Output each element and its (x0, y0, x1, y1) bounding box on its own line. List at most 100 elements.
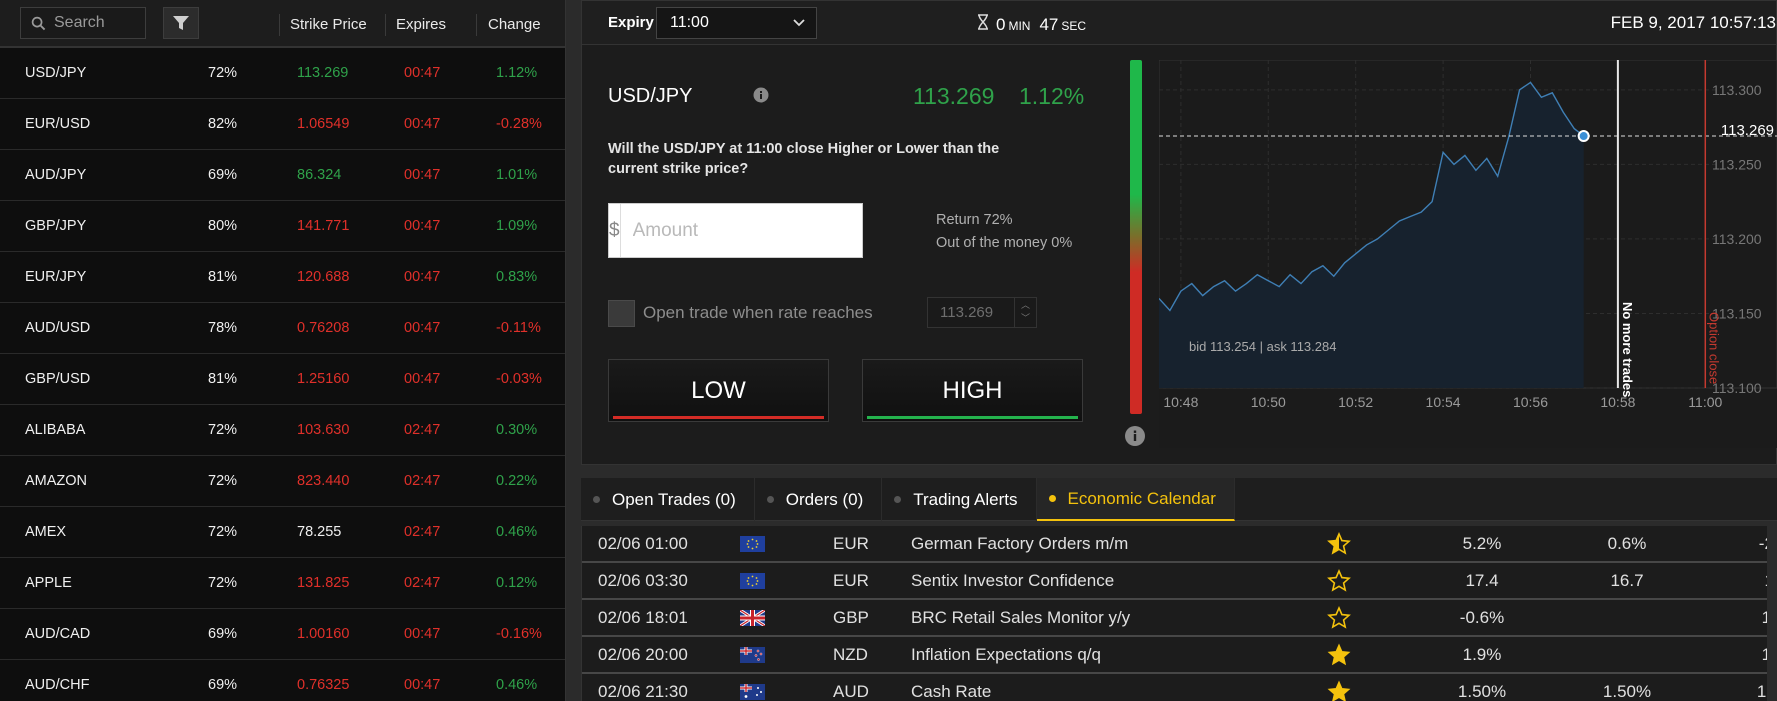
asset-name: APPLE (25, 575, 72, 591)
rate-stepper[interactable]: ︿ ﹀ (1014, 298, 1036, 327)
asset-strike-price: 0.76208 (297, 320, 350, 336)
asset-expires: 00:47 (404, 626, 441, 642)
asset-change: 1.09% (496, 218, 538, 234)
tab-trading-alerts[interactable]: Trading Alerts (882, 478, 1037, 521)
calendar-event: BRC Retail Sales Monitor y/y (911, 608, 1131, 627)
importance-star-full-icon (1327, 680, 1351, 701)
asset-row[interactable]: GBP/JPY 80% 141.771 00:47 1.09% (0, 201, 565, 252)
calendar-row[interactable]: 02/06 03:30 EUR Sentix Investor Confidence… (582, 563, 1767, 600)
no-more-trades-label: No more trades (1620, 302, 1635, 397)
asset-change: -0.28% (496, 116, 542, 132)
x-tick-label: 10:56 (1513, 394, 1548, 410)
asset-payout: 81% (208, 371, 238, 387)
asset-expires: 02:47 (404, 473, 441, 489)
asset-row[interactable]: AUD/CAD 69% 1.00160 00:47 -0.16% (0, 609, 565, 660)
countdown-seconds-unit: SEC (1061, 19, 1087, 33)
calendar-time: 02/06 01:00 (598, 534, 688, 553)
tab-label: Open Trades (0) (612, 489, 736, 509)
asset-change: 0.22% (496, 473, 538, 489)
filter-icon (173, 16, 189, 30)
low-button[interactable]: LOW (608, 359, 829, 422)
asset-row[interactable]: EUR/USD 82% 1.06549 00:47 -0.28% (0, 99, 565, 150)
high-button[interactable]: HIGH (862, 359, 1083, 422)
asset-change: -0.03% (496, 371, 542, 387)
asset-row[interactable]: GBP/USD 81% 1.25160 00:47 -0.03% (0, 354, 565, 405)
asset-payout: 78% (208, 320, 238, 336)
asset-row[interactable]: ALIBABA 72% 103.630 02:47 0.30% (0, 405, 565, 456)
x-tick-label: 10:54 (1426, 394, 1461, 410)
asset-expires: 00:47 (404, 269, 441, 285)
asset-row[interactable]: EUR/JPY 81% 120.688 00:47 0.83% (0, 252, 565, 303)
asset-payout: 72% (208, 422, 238, 438)
asset-expires: 00:47 (404, 65, 441, 81)
asset-row[interactable]: AUD/USD 78% 0.76208 00:47 -0.11% (0, 303, 565, 354)
asset-payout: 80% (208, 218, 238, 234)
trade-topbar: Expiry 11:00 0 MIN 47 SEC FEB 9, 2017 10… (582, 1, 1776, 45)
tab-label: Economic Calendar (1067, 488, 1216, 508)
x-tick-label: 10:52 (1338, 394, 1373, 410)
high-button-bar (867, 416, 1078, 419)
option-close-label: Option close (1706, 312, 1721, 384)
asset-strike-price: 1.25160 (297, 371, 350, 387)
asset-row[interactable]: AMAZON 72% 823.440 02:47 0.22% (0, 456, 565, 507)
asset-change: 1.01% (496, 167, 538, 183)
calendar-row[interactable]: 02/06 20:00 NZD Inflation Expectations q/q… (582, 637, 1767, 674)
asset-strike-price: 86.324 (297, 167, 342, 183)
info-icon[interactable] (753, 87, 769, 108)
rate-input[interactable]: 113.269 ︿ ﹀ (927, 297, 1037, 328)
countdown-minutes: 0 (996, 15, 1006, 34)
x-tick-label: 10:48 (1163, 394, 1198, 410)
current-datetime: FEB 9, 2017 10:57:13 (1610, 13, 1776, 32)
calendar-row[interactable]: 02/06 18:01 GBP BRC Retail Sales Monitor y… (582, 600, 1767, 637)
tab-economic-calendar[interactable]: Economic Calendar (1036, 478, 1235, 521)
flag-eu-icon (740, 573, 765, 589)
asset-row[interactable]: AUD/JPY 69% 86.324 00:47 1.01% (0, 150, 565, 201)
economic-calendar: 02/06 01:00 EUR German Factory Orders m/m 5… (581, 526, 1767, 701)
asset-name: GBP/USD (25, 371, 91, 387)
asset-row[interactable]: APPLE 72% 131.825 02:47 0.12% (0, 558, 565, 609)
sentiment-info-icon[interactable] (1124, 425, 1146, 452)
asset-expires: 02:47 (404, 422, 441, 438)
filter-button[interactable] (163, 7, 199, 39)
asset-expires: 00:47 (404, 218, 441, 234)
asset-payout: 69% (208, 677, 238, 693)
calendar-event: Cash Rate (911, 682, 992, 701)
asset-strike-price: 141.771 (297, 218, 350, 234)
price-chart-svg: 113.300113.250113.200113.150113.10010:48… (1159, 60, 1777, 448)
asset-payout: 72% (208, 65, 238, 81)
asset-strike-price: 131.825 (297, 575, 350, 591)
tab-dot-icon (1048, 495, 1056, 502)
chevron-down-icon[interactable]: ﹀ (1015, 312, 1036, 325)
chevron-up-icon[interactable]: ︿ (1015, 299, 1036, 312)
calendar-event: Sentix Investor Confidence (911, 571, 1115, 590)
asset-name: AUD/JPY (25, 167, 87, 183)
calendar-row[interactable]: 02/06 01:00 EUR German Factory Orders m/m 5… (582, 526, 1767, 563)
asset-row[interactable]: USD/JPY 72% 113.269 00:47 1.12% (0, 48, 565, 99)
bottom-tabs: Open Trades (0) Orders (0) Trading Alert… (581, 478, 1777, 521)
asset-expires: 02:47 (404, 575, 441, 591)
low-button-label: LOW (691, 376, 746, 404)
trade-area: Expiry 11:00 0 MIN 47 SEC FEB 9, 2017 10… (581, 0, 1777, 465)
search-box[interactable]: Search (20, 7, 146, 39)
asset-strike-price: 78.255 (297, 524, 342, 540)
asset-row[interactable]: AUD/CHF 69% 0.76325 00:47 0.46% (0, 660, 565, 701)
expiry-select[interactable]: 11:00 (656, 7, 817, 39)
asset-row[interactable]: AMEX 72% 78.255 02:47 0.46% (0, 507, 565, 558)
price-chart: 113.300 113.250 113.200 113.150 113.100 10:48… (1159, 60, 1777, 448)
return-info: Return 72% Out of the money 0% (936, 209, 1072, 255)
amount-field[interactable]: $ (608, 203, 880, 258)
current-price-marker (1577, 130, 1590, 143)
expires-header: Expires (396, 16, 447, 33)
tab-orders[interactable]: Orders (0) (755, 478, 883, 521)
asset-expires: 00:47 (404, 116, 441, 132)
calendar-row[interactable]: 02/06 21:30 AUD Cash Rate 1.50% 1.50% 1.50% (582, 674, 1767, 701)
flag-uk-icon (739, 608, 766, 628)
asset-payout: 69% (208, 167, 238, 183)
open-trade-checkbox[interactable] (608, 300, 635, 327)
calendar-actual: 1.50% (1457, 682, 1507, 701)
asset-strike-price: 1.06549 (297, 116, 350, 132)
amount-input[interactable] (620, 204, 880, 257)
countdown-seconds: 47 (1039, 15, 1059, 34)
tab-open-trades[interactable]: Open Trades (0) (581, 478, 755, 521)
calendar-currency: GBP (833, 608, 869, 627)
